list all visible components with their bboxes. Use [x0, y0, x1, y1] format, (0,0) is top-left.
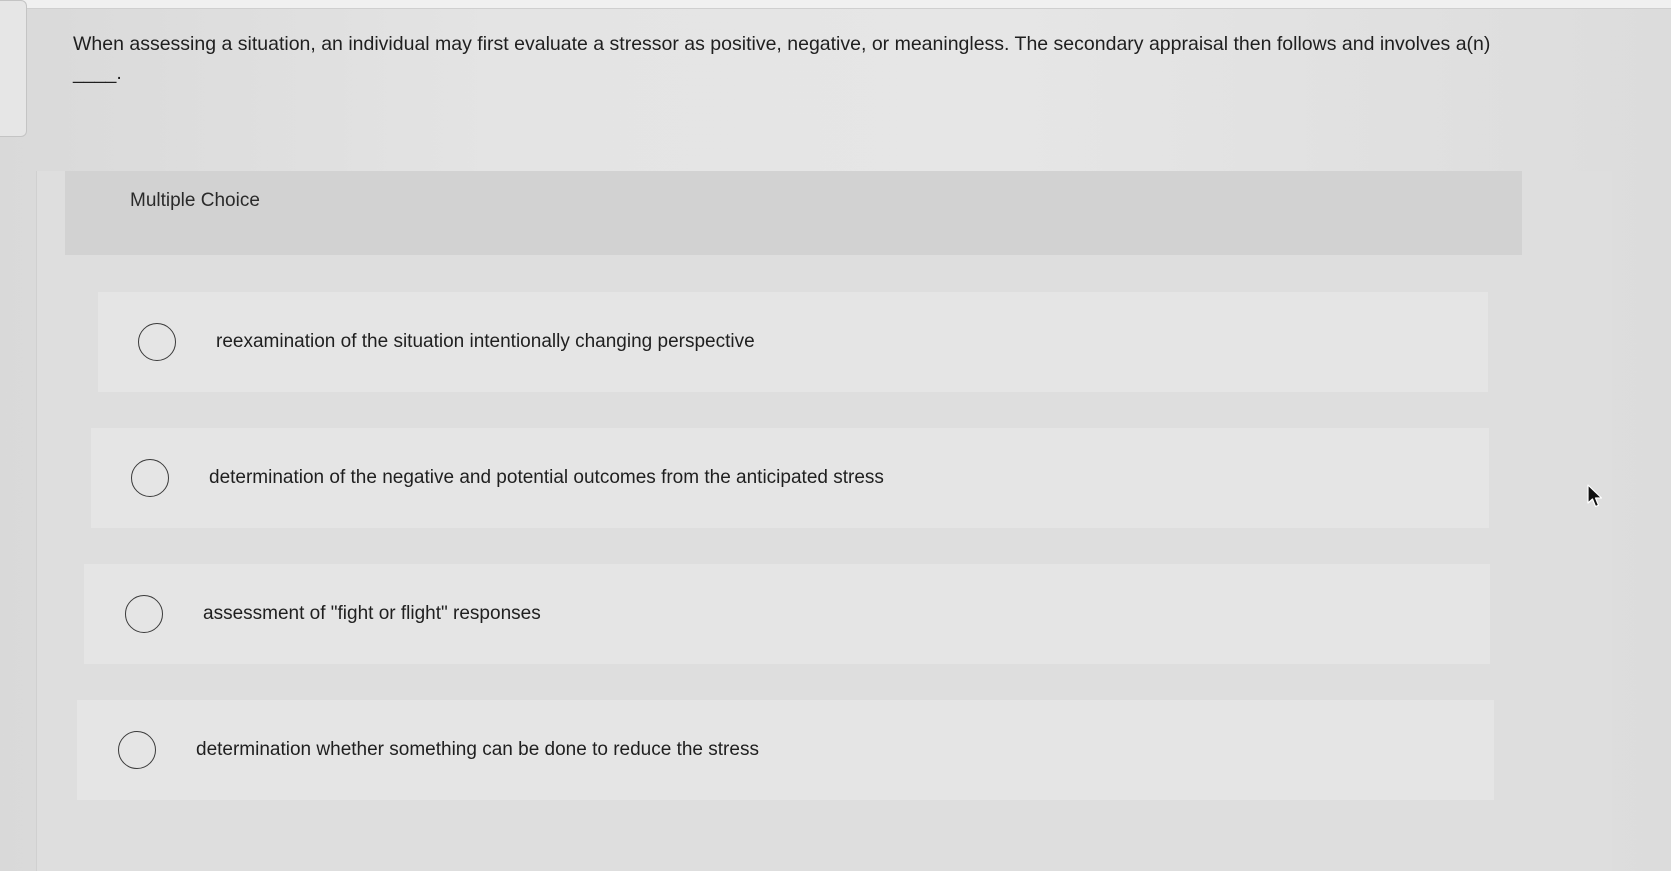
- radio-button-icon[interactable]: [125, 595, 163, 633]
- top-edge: [0, 0, 1671, 9]
- side-tab[interactable]: [0, 0, 27, 137]
- answer-option-2[interactable]: determination of the negative and potent…: [91, 428, 1489, 528]
- answer-option-3[interactable]: assessment of "fight or flight" response…: [84, 564, 1490, 664]
- answer-option-1[interactable]: reexamination of the situation intention…: [98, 292, 1488, 392]
- question-text: When assessing a situation, an individua…: [73, 33, 1491, 84]
- radio-button-icon[interactable]: [138, 323, 176, 361]
- radio-button-icon[interactable]: [118, 731, 156, 769]
- answer-option-label: determination of the negative and potent…: [209, 467, 884, 488]
- answer-option-label: reexamination of the situation intention…: [216, 331, 755, 352]
- answer-option-label: assessment of "fight or flight" response…: [203, 603, 541, 624]
- answer-option-label: determination whether something can be d…: [196, 739, 759, 760]
- panel-title: Multiple Choice: [130, 190, 260, 211]
- mouse-pointer-icon: [1587, 484, 1603, 508]
- radio-button-icon[interactable]: [131, 459, 169, 497]
- panel-header: [65, 171, 1522, 255]
- answer-option-4[interactable]: determination whether something can be d…: [77, 700, 1494, 800]
